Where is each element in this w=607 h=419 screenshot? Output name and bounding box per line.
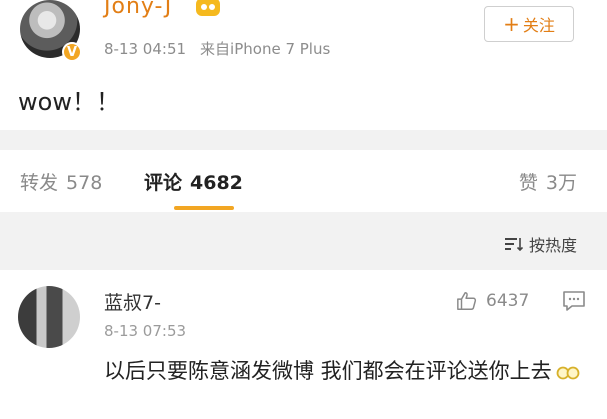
- tab-comments[interactable]: 评论 4682: [144, 168, 243, 195]
- sort-by-hot-button[interactable]: 按热度: [504, 232, 577, 256]
- author-name[interactable]: Jony-J: [104, 0, 172, 19]
- stats-bar: 转发 578 评论 4682 赞 3万: [0, 150, 607, 212]
- post-time: 8-13 04:51: [104, 40, 187, 58]
- comment-text: 以后只要陈意涵发微博 我们都会在评论送你上去: [104, 356, 584, 387]
- verified-badge-icon: V: [62, 42, 82, 62]
- repost-count: 578: [66, 172, 103, 194]
- sort-icon: [504, 238, 523, 251]
- glasses-emoji-icon: [556, 366, 580, 380]
- repost-label: 转发: [20, 172, 59, 194]
- post-content: wow！！: [18, 88, 120, 116]
- comment-time: 8-13 07:53: [104, 322, 187, 340]
- post-source: 来自iPhone 7 Plus: [200, 40, 331, 58]
- like-count: 3万: [545, 172, 577, 194]
- commenter-avatar[interactable]: [18, 286, 80, 348]
- reply-icon[interactable]: [562, 290, 586, 312]
- post-meta: 8-13 04:51 来自iPhone 7 Plus: [104, 38, 330, 59]
- comment-label: 评论: [144, 172, 183, 194]
- comment-text-content: 以后只要陈意涵发微博 我们都会在评论送你上去: [104, 359, 552, 383]
- comment-like-count: 6437: [486, 291, 530, 311]
- thumbs-up-icon: [457, 292, 477, 310]
- plus-icon: +: [503, 12, 520, 36]
- follow-label: 关注: [522, 16, 555, 35]
- comment-count: 4682: [190, 172, 243, 194]
- comment-item: 蓝叔7- 8-13 07:53 6437 以后只要陈意涵发微博 我们都会在评论送…: [0, 270, 607, 419]
- follow-button[interactable]: + 关注: [484, 6, 574, 42]
- tab-likes[interactable]: 赞 3万: [519, 168, 577, 195]
- sort-label: 按热度: [528, 236, 577, 255]
- tab-repost[interactable]: 转发 578: [20, 168, 102, 195]
- vip-icon: [196, 0, 220, 16]
- like-label: 赞: [518, 172, 538, 194]
- active-tab-indicator: [174, 206, 234, 210]
- post-card: V Jony-J 8-13 04:51 来自iPhone 7 Plus + 关注 …: [0, 0, 607, 130]
- comment-like-button[interactable]: 6437: [456, 290, 529, 312]
- commenter-name[interactable]: 蓝叔7-: [104, 288, 161, 315]
